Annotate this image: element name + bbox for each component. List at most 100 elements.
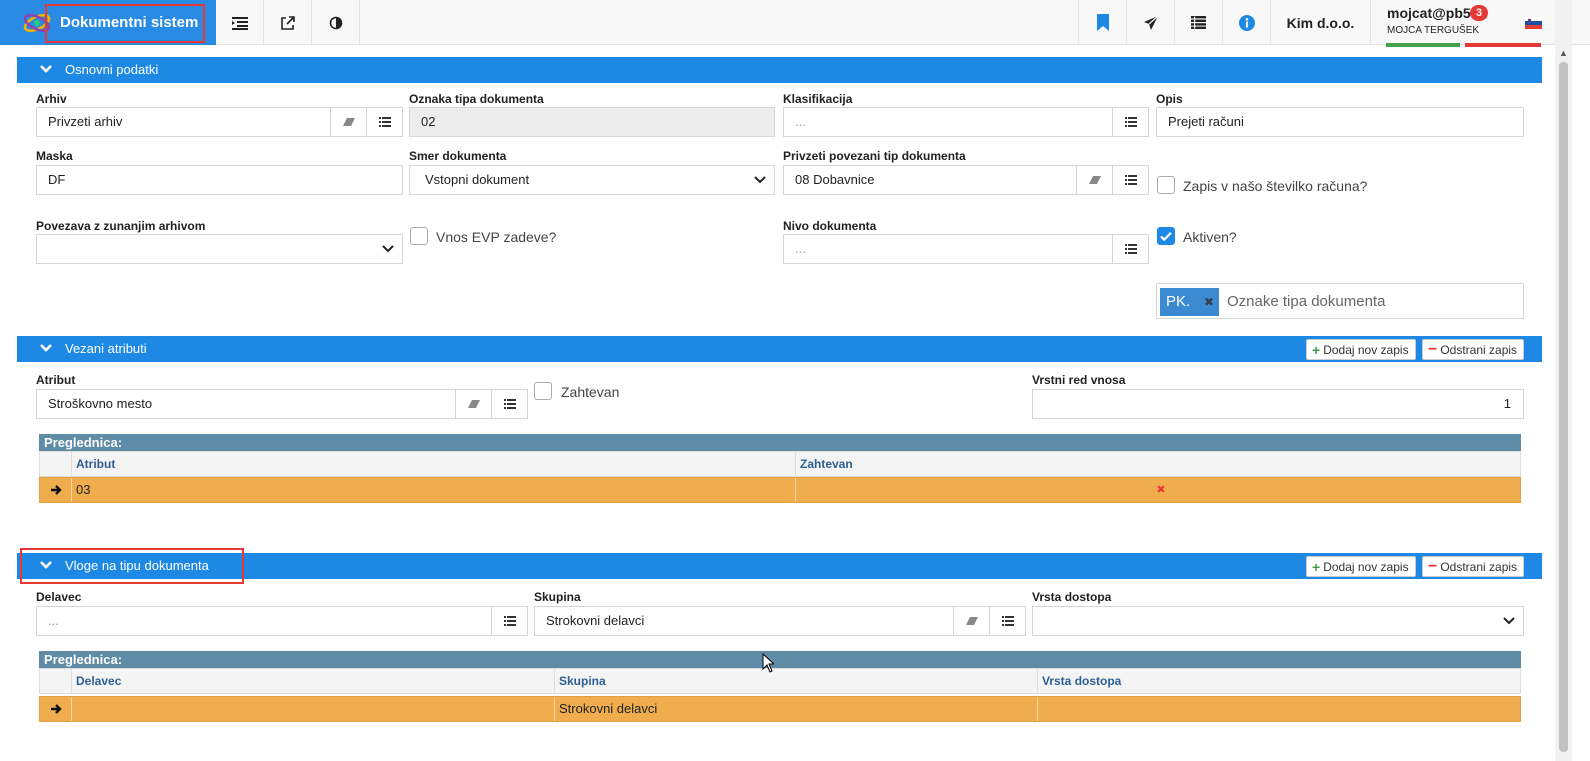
eraser-icon <box>342 118 355 126</box>
grid-title: Preglednica: <box>39 434 1521 451</box>
list-icon <box>503 399 516 409</box>
dostop-select[interactable] <box>1032 606 1524 636</box>
povezani-field[interactable]: 08 Dobavnice <box>783 165 1149 195</box>
aktiven-label: Aktiven? <box>1183 229 1237 245</box>
add-record-button[interactable]: + Dodaj nov zapis <box>1306 556 1416 577</box>
delavec-field[interactable]: ... <box>36 606 528 636</box>
table-row[interactable]: Strokovni delavci <box>39 696 1521 722</box>
list-icon <box>1124 175 1137 185</box>
bookmark-button[interactable] <box>1078 0 1126 45</box>
column-header-skupina[interactable]: Skupina <box>555 669 1038 693</box>
maska-value: DF <box>48 172 66 187</box>
send-button[interactable] <box>1126 0 1174 45</box>
add-record-button[interactable]: + Dodaj nov zapis <box>1306 339 1416 360</box>
nivo-placeholder: ... <box>795 241 806 256</box>
atribut-field[interactable]: Stroškovno mesto <box>36 389 528 419</box>
nivo-list-button[interactable] <box>1112 235 1148 263</box>
skupina-list-button[interactable] <box>989 607 1025 635</box>
column-header-delavec[interactable]: Delavec <box>72 669 555 693</box>
nivo-label: Nivo dokumenta <box>783 219 877 233</box>
opis-field[interactable]: Prejeti računi <box>1156 107 1524 137</box>
vrstni-field[interactable]: 1 <box>1032 389 1524 419</box>
klasifikacija-placeholder: ... <box>795 114 806 129</box>
section-vloge[interactable]: Vloge na tipu dokumenta + Dodaj nov zapi… <box>17 553 1542 579</box>
zapis-checkbox[interactable] <box>1157 176 1175 194</box>
slovenia-flag-icon[interactable] <box>1525 17 1542 29</box>
list-icon <box>1191 16 1206 29</box>
page-scrollbar[interactable]: ▲ <box>1555 0 1572 761</box>
vrstni-value: 1 <box>1503 396 1511 411</box>
list-icon <box>1124 244 1137 254</box>
remove-record-label: Odstrani zapis <box>1440 342 1518 357</box>
oznake-tag-input[interactable]: PK. ✖ Oznake tipa dokumenta <box>1156 283 1524 319</box>
oznaka-label: Oznaka tipa dokumenta <box>409 92 544 106</box>
cell-vrsta-dostopa <box>1038 697 1522 721</box>
evp-label: Vnos EVP zadeve? <box>436 229 557 245</box>
eraser-icon <box>1088 176 1101 184</box>
external-link-icon <box>280 15 295 30</box>
arhiv-label: Arhiv <box>36 92 67 106</box>
chevron-down-icon <box>382 245 394 253</box>
smer-select[interactable]: Vstopni dokument <box>409 165 775 195</box>
notification-badge[interactable]: 3 <box>1470 5 1489 21</box>
vrstni-label: Vrstni red vnosa <box>1032 373 1126 387</box>
klasifikacija-field[interactable]: ... <box>783 107 1149 137</box>
smer-label: Smer dokumenta <box>409 149 507 163</box>
contrast-toggle-button[interactable] <box>312 0 360 45</box>
scrollbar-thumb[interactable] <box>1559 62 1568 752</box>
row-pointer-arrow-icon <box>40 697 72 721</box>
toggle-sidebar-button[interactable] <box>216 0 264 45</box>
plus-icon: + <box>1312 558 1321 575</box>
list-icon <box>378 117 391 127</box>
remove-record-button[interactable]: − Odstrani zapis <box>1422 339 1525 360</box>
chevron-down-icon <box>754 176 766 184</box>
nivo-field[interactable]: ... <box>783 234 1149 264</box>
maska-field[interactable]: DF <box>36 165 403 195</box>
remove-record-button[interactable]: − Odstrani zapis <box>1422 556 1525 577</box>
tag-input-placeholder: Oznake tipa dokumenta <box>1227 293 1386 310</box>
tag-label: PK. <box>1166 293 1191 310</box>
zahtevan-checkbox[interactable] <box>534 382 552 400</box>
column-header-atribut[interactable]: Atribut <box>72 452 796 476</box>
clear-skupina-button[interactable] <box>953 607 989 635</box>
povezani-list-button[interactable] <box>1112 166 1148 194</box>
grid-header-spacer <box>40 669 72 693</box>
clear-arhiv-button[interactable] <box>330 108 366 136</box>
smer-value: Vstopni dokument <box>425 172 530 187</box>
maska-label: Maska <box>36 149 73 163</box>
delavec-placeholder: ... <box>48 613 59 628</box>
main-content: Osnovni podatki Arhiv Privzeti arhiv Ozn… <box>17 45 1542 761</box>
delavec-list-button[interactable] <box>491 607 527 635</box>
aktiven-checkbox[interactable] <box>1157 227 1175 245</box>
list-icon <box>1124 117 1137 127</box>
cell-skupina: Strokovni delavci <box>555 697 1038 721</box>
section-osnovni-podatki[interactable]: Osnovni podatki <box>17 57 1542 83</box>
clear-povezani-button[interactable] <box>1076 166 1112 194</box>
company-selector[interactable]: Kim d.o.o. <box>1270 0 1370 45</box>
list-icon <box>503 616 516 626</box>
remove-record-label: Odstrani zapis <box>1440 559 1518 574</box>
skupina-field[interactable]: Strokovni delavci <box>534 606 1026 636</box>
povezava-select[interactable] <box>36 234 403 264</box>
arhiv-field[interactable]: Privzeti arhiv <box>36 107 403 137</box>
section-vezani-atributi[interactable]: Vezani atributi + Dodaj nov zapis − Odst… <box>17 336 1542 362</box>
list-view-button[interactable] <box>1174 0 1222 45</box>
info-button[interactable] <box>1222 0 1270 45</box>
add-record-label: Dodaj nov zapis <box>1323 342 1409 357</box>
eraser-icon <box>467 400 480 408</box>
open-external-button[interactable] <box>264 0 312 45</box>
column-header-vrsta-dostopa[interactable]: Vrsta dostopa <box>1038 669 1522 693</box>
table-row[interactable]: 03 ✖ <box>39 477 1521 503</box>
arhiv-list-button[interactable] <box>366 108 402 136</box>
tag-chip[interactable]: PK. ✖ <box>1160 288 1219 316</box>
scroll-up-arrow-icon[interactable]: ▲ <box>1555 48 1572 62</box>
user-menu[interactable]: mojcat@pb5 3 MOJCA TERGUŠEK <box>1370 0 1512 45</box>
evp-checkbox[interactable] <box>410 227 428 245</box>
delavec-label: Delavec <box>36 590 82 604</box>
chevron-down-icon <box>40 344 52 352</box>
tag-remove-icon[interactable]: ✖ <box>1204 288 1214 316</box>
column-header-zahtevan[interactable]: Zahtevan <box>796 452 1522 476</box>
klasifikacija-list-button[interactable] <box>1112 108 1148 136</box>
atribut-list-button[interactable] <box>491 390 527 418</box>
clear-atribut-button[interactable] <box>455 390 491 418</box>
